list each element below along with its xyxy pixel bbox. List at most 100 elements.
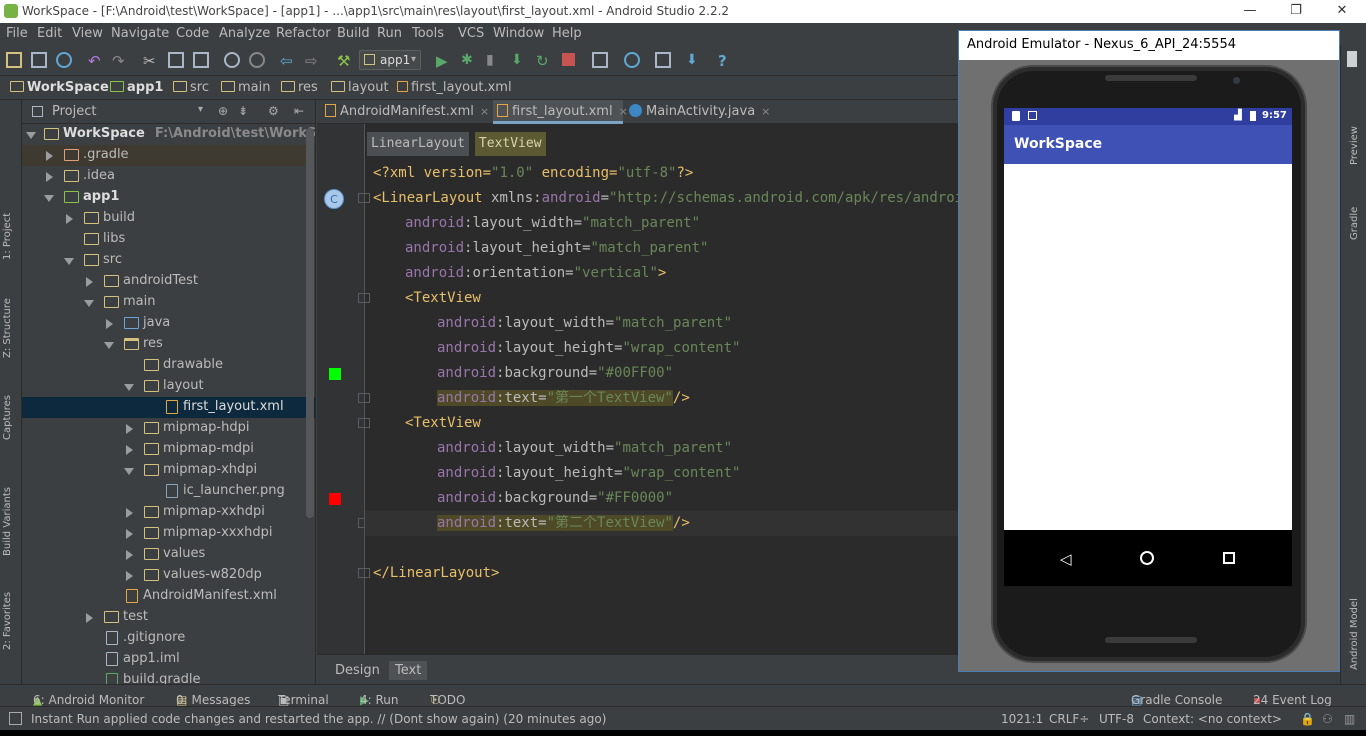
close-tab-icon[interactable]: × xyxy=(619,105,628,118)
xml-crumb-linearlayout[interactable]: LinearLayout xyxy=(367,132,469,156)
undo-icon[interactable]: ↶ xyxy=(88,52,104,70)
fold-marker[interactable] xyxy=(358,568,370,578)
menu-build[interactable]: Build xyxy=(337,26,370,41)
tab-text[interactable]: Text xyxy=(389,661,428,680)
scroll-from-source-icon[interactable]: ⊕ xyxy=(218,104,228,118)
memory-icon[interactable]: ▥ xyxy=(1344,712,1355,726)
menu-analyze[interactable]: Analyze xyxy=(219,26,270,41)
crumb-workspace[interactable]: WorkSpace xyxy=(10,80,109,95)
tab-design[interactable]: Design xyxy=(329,661,386,680)
attach-debugger-icon[interactable]: ⬇ xyxy=(511,52,527,68)
tree-item-mipmap-mdpi[interactable]: mipmap-mdpi xyxy=(22,439,315,460)
cursor-position[interactable]: 1021:1 xyxy=(1001,712,1043,726)
sdk-manager-icon[interactable] xyxy=(624,52,640,68)
sync-icon[interactable] xyxy=(56,52,72,68)
favorites-tool-tab[interactable]: 2: Favorites xyxy=(2,592,13,650)
apply-changes-icon[interactable]: ↻ xyxy=(536,52,552,70)
crumb-first-layout[interactable]: first_layout.xml xyxy=(397,80,512,95)
color-swatch-red[interactable] xyxy=(329,493,341,505)
menu-tools[interactable]: Tools xyxy=(412,26,444,41)
tree-item-workspace[interactable]: WorkSpaceF:\Android\test\WorkSpace xyxy=(22,124,315,145)
project-structure-icon[interactable] xyxy=(655,52,671,68)
tree-item-drawable[interactable]: drawable xyxy=(22,355,315,376)
crumb-res[interactable]: res xyxy=(281,80,318,95)
tree-item-build-gradle[interactable]: build.gradle xyxy=(22,670,315,684)
tree-item-androidtest[interactable]: androidTest xyxy=(22,271,315,292)
tree-item-mipmap-xhdpi[interactable]: mipmap-xhdpi xyxy=(22,460,315,481)
crumb-main[interactable]: main xyxy=(221,80,270,95)
inspector-icon[interactable]: ⚇ xyxy=(1322,712,1333,726)
status-message[interactable]: Instant Run applied code changes and res… xyxy=(31,712,606,726)
tree-item-idea[interactable]: .idea xyxy=(22,166,315,187)
tree-item-test[interactable]: test xyxy=(22,607,315,628)
tree-item-app1-iml[interactable]: app1.iml xyxy=(22,649,315,670)
menu-vcs[interactable]: VCS xyxy=(458,26,484,41)
close-tab-icon[interactable]: × xyxy=(480,105,489,118)
tree-item-libs[interactable]: libs xyxy=(22,229,315,250)
redo-icon[interactable]: ↷ xyxy=(112,52,128,70)
class-gutter-icon[interactable]: C xyxy=(324,189,344,209)
structure-tool-tab[interactable]: Z: Structure xyxy=(2,298,13,358)
tree-item-src[interactable]: src xyxy=(22,250,315,271)
close-tab-icon[interactable]: × xyxy=(761,105,770,118)
tab-mainactivity[interactable]: MainActivity.java × xyxy=(629,100,779,124)
fold-marker[interactable] xyxy=(358,193,370,203)
tree-item-mipmap-hdpi[interactable]: mipmap-hdpi xyxy=(22,418,315,439)
chevron-down-icon[interactable]: ▾ xyxy=(198,104,203,115)
captures-tool-tab[interactable]: Captures xyxy=(2,395,13,440)
tree-item-java[interactable]: java xyxy=(22,313,315,334)
file-encoding[interactable]: UTF-8 xyxy=(1099,712,1134,726)
find-icon[interactable] xyxy=(224,52,240,68)
menu-help[interactable]: Help xyxy=(552,26,582,41)
emulator-screen[interactable]: ▟ 9:57 WorkSpace ◁ xyxy=(1004,108,1292,586)
project-view-label[interactable]: Project xyxy=(52,104,96,119)
scrollbar-thumb[interactable] xyxy=(1347,51,1357,67)
close-button[interactable]: ✕ xyxy=(1319,0,1365,23)
cut-icon[interactable]: ✂ xyxy=(143,52,159,70)
tree-item-build[interactable]: build xyxy=(22,208,315,229)
home-nav-button[interactable] xyxy=(1140,551,1154,565)
crumb-layout[interactable]: layout xyxy=(331,80,389,95)
menu-file[interactable]: File xyxy=(6,26,28,41)
crumb-app1[interactable]: app1 xyxy=(110,80,163,95)
stop-icon[interactable] xyxy=(562,53,575,66)
save-icon[interactable] xyxy=(31,52,47,68)
copy-icon[interactable] xyxy=(168,52,184,68)
tree-item-app1[interactable]: app1 xyxy=(22,187,315,208)
project-tool-tab[interactable]: 1: Project xyxy=(2,213,13,260)
fold-marker[interactable] xyxy=(358,293,370,303)
android-device-monitor-icon[interactable]: ⬇ xyxy=(686,52,702,68)
color-swatch-green[interactable] xyxy=(329,368,341,380)
tree-item-gradle[interactable]: .gradle xyxy=(22,145,315,166)
minimize-button[interactable]: — xyxy=(1227,0,1273,23)
menu-refactor[interactable]: Refactor xyxy=(276,26,331,41)
hide-panel-icon[interactable]: ⇤ xyxy=(294,104,304,118)
back-icon[interactable]: ⇦ xyxy=(280,52,296,70)
gradle-tool-tab[interactable]: Gradle xyxy=(1349,207,1360,240)
forward-icon[interactable]: ⇨ xyxy=(305,52,321,70)
gear-icon[interactable]: ⚙ xyxy=(268,104,279,118)
tree-item-gitignore[interactable]: .gitignore xyxy=(22,628,315,649)
tree-item-res[interactable]: res xyxy=(22,334,315,355)
back-nav-button[interactable]: ◁ xyxy=(1060,550,1072,568)
restore-button[interactable]: ❐ xyxy=(1273,0,1319,23)
collapse-all-icon[interactable]: ⇟ xyxy=(238,104,248,118)
tree-item-main[interactable]: main xyxy=(22,292,315,313)
paste-icon[interactable] xyxy=(193,52,209,68)
app-content[interactable] xyxy=(1004,164,1292,530)
tree-item-first-layout-xml[interactable]: first_layout.xml xyxy=(22,397,315,418)
help-icon[interactable]: ? xyxy=(718,52,734,70)
run-icon[interactable]: ▶ xyxy=(436,52,452,70)
menu-edit[interactable]: Edit xyxy=(37,26,62,41)
line-separator[interactable]: CRLF÷ xyxy=(1049,712,1089,726)
xml-crumb-textview[interactable]: TextView xyxy=(474,132,546,156)
fold-marker[interactable] xyxy=(358,393,370,403)
preview-tool-tab[interactable]: Preview xyxy=(1349,126,1360,165)
lock-icon[interactable]: 🔒 xyxy=(1300,712,1315,726)
menu-navigate[interactable]: Navigate xyxy=(111,26,169,41)
open-folder-icon[interactable] xyxy=(6,52,22,68)
replace-icon[interactable] xyxy=(249,52,265,68)
build-variants-tool-tab[interactable]: Build Variants xyxy=(2,487,13,556)
crumb-src[interactable]: src xyxy=(173,80,209,95)
tab-first-layout[interactable]: first_layout.xml × xyxy=(493,100,628,124)
